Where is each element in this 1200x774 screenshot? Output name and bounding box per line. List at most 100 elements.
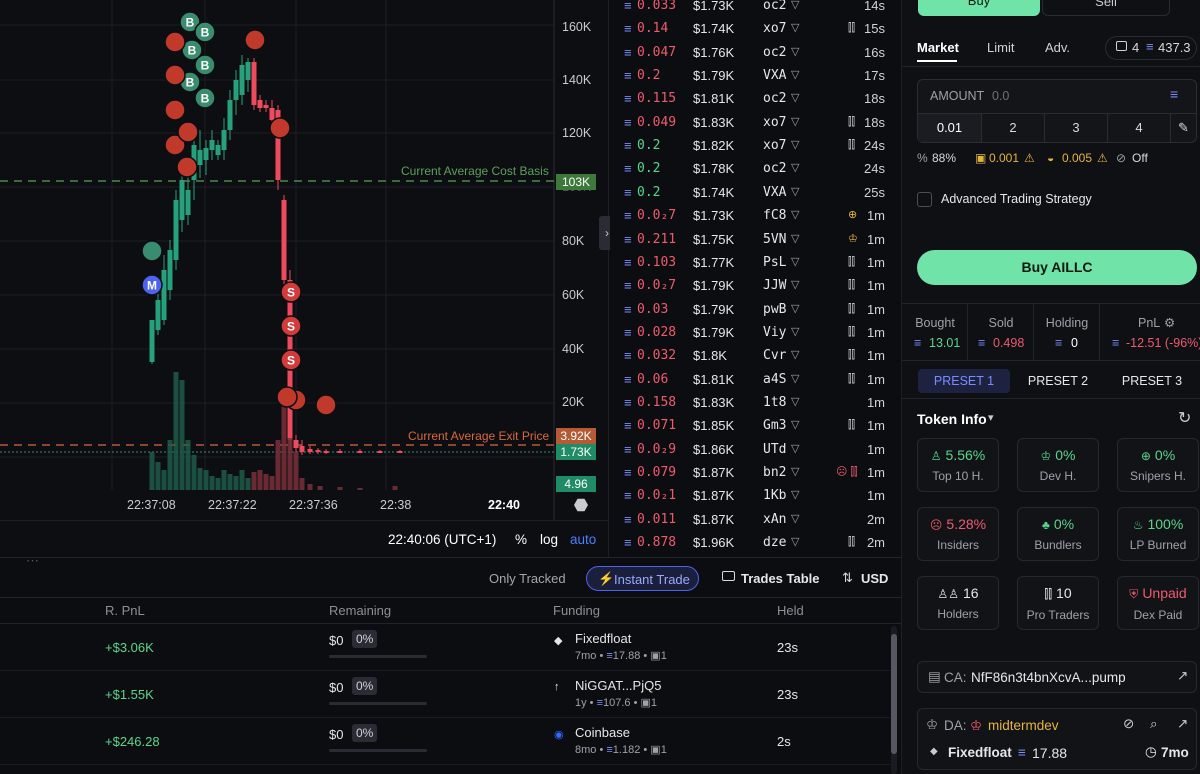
filter-icon[interactable]: ▽ [791,157,799,180]
col-rpnl[interactable]: R. PnL [105,603,145,618]
contract-address[interactable]: ▤ CA: NfF86n3t4bnXcvA...pump ↗ [917,661,1197,693]
trade-row[interactable]: ≡ 0.0₂7 $1.79K JJW ▽ ⫿⫿ 1m [610,274,901,297]
trade-maker[interactable]: xAn [763,508,786,531]
hide-icon[interactable]: ⊘ [1123,716,1134,732]
chevron-down-icon[interactable]: ▾ [988,411,994,424]
trade-maker[interactable]: JJW [763,274,786,297]
trade-row[interactable]: ≡ 0.14 $1.74K xo7 ▽ ⫿⫿ 15s [610,17,901,40]
preset-amount[interactable]: 3 [1044,114,1107,142]
table-row[interactable]: +$246.28 $0 0% ◉ Coinbase 8mo • ≡1.182 • ▣1 2s [0,718,890,765]
trade-row[interactable]: ≡ 0.049 $1.83K xo7 ▽ ⫿⫿ 18s [610,111,901,134]
percent-toggle[interactable]: % [515,532,527,547]
filter-icon[interactable]: ▽ [791,508,799,531]
trade-maker[interactable]: pwB [763,298,786,321]
buy-tab[interactable]: Buy [918,0,1040,16]
buy-marker[interactable]: B [194,87,216,109]
preset-amount[interactable]: 0.01 [918,114,981,142]
trade-maker[interactable]: xo7 [763,17,786,40]
wallet-selector[interactable]: 4 ≡ 437.3 [1105,36,1197,60]
drag-handle-icon[interactable]: ⋯ [26,553,39,569]
trade-row[interactable]: ≡ 0.011 $1.87K xAn ▽ 2m [610,508,901,531]
filter-icon[interactable]: ▽ [791,0,799,17]
info-card-pro-traders[interactable]: ⫿⫿ 10 Pro Traders [1017,576,1099,630]
flag-marker[interactable] [164,99,186,121]
token-info-title[interactable]: Token Info [917,411,987,427]
flag-marker[interactable] [276,386,298,408]
trade-row[interactable]: ≡ 0.0₂9 $1.86K UTd ▽ 1m [610,438,901,461]
migration-marker[interactable]: M [141,274,163,296]
trade-maker[interactable]: UTd [763,438,786,461]
trade-row[interactable]: ≡ 0.071 $1.85K Gm3 ▽ ⫿⫿ 1m [610,414,901,437]
da-value[interactable]: midtermdev [988,718,1059,733]
preset-tab-3[interactable]: PRESET 3 [1106,369,1198,393]
scrollbar[interactable] [891,626,897,774]
trade-row[interactable]: ≡ 0.211 $1.75K 5VN ▽ ♔ 1m [610,228,901,251]
trade-row[interactable]: ≡ 0.2 $1.79K VXA ▽ 17s [610,64,901,87]
tab-advanced[interactable]: Adv. [1045,40,1070,55]
col-remaining[interactable]: Remaining [329,603,391,618]
funding-name[interactable]: NiGGAT...PjQ5 [575,678,661,693]
scrollbar-thumb[interactable] [891,634,897,754]
trade-row[interactable]: ≡ 0.0₂1 $1.87K 1Kb ▽ 1m [610,484,901,507]
trade-row[interactable]: ≡ 0.03 $1.79K pwB ▽ ⫿⫿ 1m [610,298,901,321]
trade-row[interactable]: ≡ 0.2 $1.78K oc2 ▽ 24s [610,157,901,180]
preset-tab-2[interactable]: PRESET 2 [1012,369,1104,393]
trade-maker[interactable]: fC8 [763,204,786,227]
col-funding[interactable]: Funding [553,603,600,618]
log-toggle[interactable]: log [540,532,558,547]
external-link-icon[interactable]: ↗ [1177,716,1188,732]
trade-maker[interactable]: oc2 [763,87,786,110]
filter-icon[interactable]: ▽ [791,414,799,437]
filter-icon[interactable]: ▽ [791,484,799,507]
trade-maker[interactable]: 5VN [763,228,786,251]
trade-maker[interactable]: bn2 [763,461,786,484]
trade-maker[interactable]: Cvr [763,344,786,367]
advanced-strategy-checkbox[interactable] [917,192,932,207]
filter-icon[interactable]: ▽ [791,368,799,391]
search-icon[interactable]: ⌕ [1150,716,1158,732]
settings-icon[interactable]: ⚙ [1164,315,1175,330]
funding-name[interactable]: Coinbase [575,725,630,740]
trade-row[interactable]: ≡ 0.079 $1.87K bn2 ▽ ☹ ⫿⫿ 1m [610,461,901,484]
trade-row[interactable]: ≡ 0.032 $1.8K Cvr ▽ ⫿⫿ 1m [610,344,901,367]
trade-row[interactable]: ≡ 0.115 $1.81K oc2 ▽ 18s [610,87,901,110]
trades-table-button[interactable]: Trades Table [741,571,820,586]
preset-amount[interactable]: 2 [981,114,1044,142]
funding-name[interactable]: Fixedfloat [575,631,631,646]
funding-source[interactable]: Fixedfloat [948,745,1012,760]
filter-icon[interactable]: ▽ [791,204,799,227]
trade-maker[interactable]: oc2 [763,41,786,64]
filter-icon[interactable]: ▽ [791,134,799,157]
filter-icon[interactable]: ▽ [791,228,799,251]
filter-icon[interactable]: ▽ [791,461,799,484]
filter-icon[interactable]: ▽ [791,181,799,204]
filter-icon[interactable]: ▽ [791,321,799,344]
trade-row[interactable]: ≡ 0.2 $1.74K VXA ▽ 25s [610,181,901,204]
swap-icon[interactable]: ⇅ [842,570,853,586]
tab-limit[interactable]: Limit [987,40,1014,55]
trade-maker[interactable]: oc2 [763,157,786,180]
instant-trade-button[interactable]: ⚡ Instant Trade [586,566,699,591]
col-held[interactable]: Held [777,603,804,618]
trade-maker[interactable]: VXA [763,64,786,87]
trade-maker[interactable]: Viy [763,321,786,344]
trade-row[interactable]: ≡ 0.028 $1.79K Viy ▽ ⫿⫿ 1m [610,321,901,344]
edit-presets-icon[interactable]: ✎ [1170,114,1196,142]
trade-maker[interactable]: 1t8 [763,391,786,414]
info-card-snipers-h[interactable]: ⊕ 0% Snipers H. [1117,438,1199,492]
trade-maker[interactable]: xo7 [763,111,786,134]
flag-marker[interactable] [164,64,186,86]
trade-maker[interactable]: PsL [763,251,786,274]
amount-input[interactable]: 0.0 [992,89,1009,103]
filter-icon[interactable]: ▽ [791,111,799,134]
filter-icon[interactable]: ▽ [791,251,799,274]
filter-icon[interactable]: ▽ [791,298,799,321]
advanced-strategy-label[interactable]: Advanced Trading Strategy [941,192,1092,206]
trade-row[interactable]: ≡ 0.158 $1.83K 1t8 ▽ 1m [610,391,901,414]
trade-maker[interactable]: Gm3 [763,414,786,437]
preset-tab-1[interactable]: PRESET 1 [918,369,1010,393]
filter-icon[interactable]: ▽ [791,41,799,64]
buy-marker[interactable]: B [194,54,216,76]
tab-market[interactable]: Market [917,40,959,55]
pepe-marker[interactable] [141,240,163,262]
